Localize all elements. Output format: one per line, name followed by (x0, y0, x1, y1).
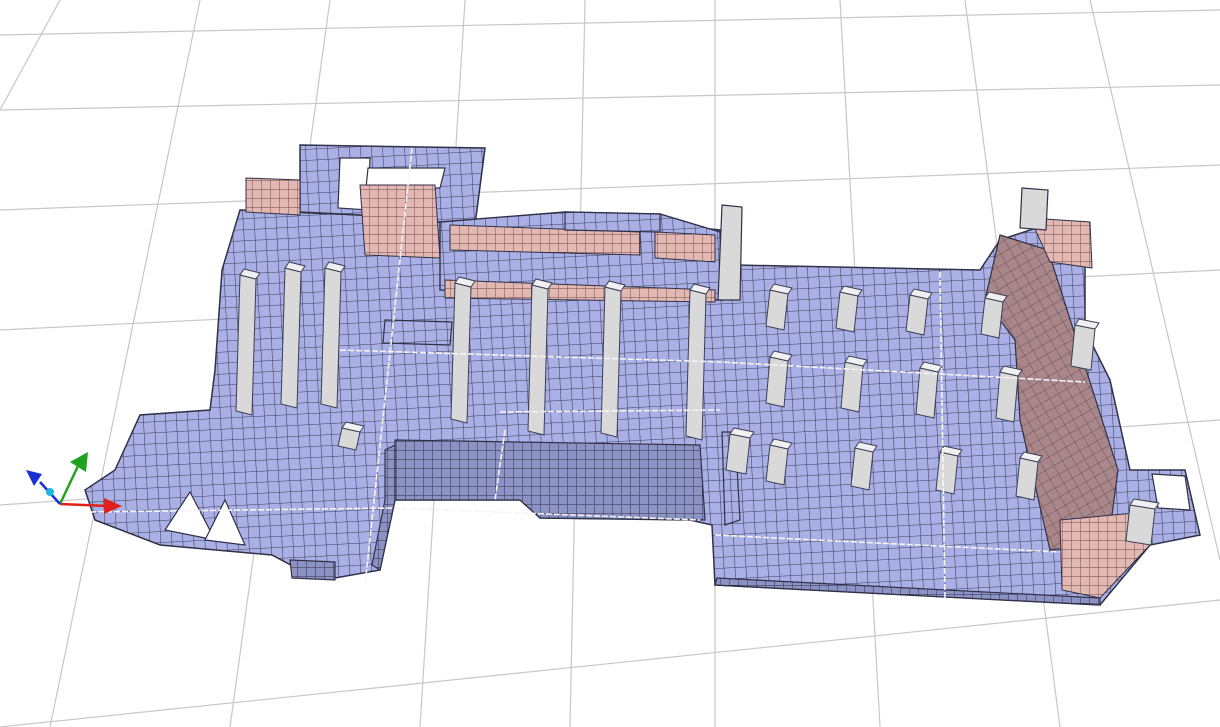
pink-wall-tower[interactable] (359, 184, 441, 259)
floor-grid-line (0, 9, 1220, 36)
floor-grid-line (0, 599, 1220, 727)
floor-grid-line (0, 0, 61, 111)
floor-grid-line (0, 84, 1220, 111)
tower-right-top[interactable] (1019, 187, 1049, 231)
3d-viewport[interactable] (0, 0, 1220, 727)
pink-wall-center-2[interactable] (654, 231, 716, 263)
pink-wall-tl[interactable] (245, 177, 301, 216)
column-tall-center[interactable] (717, 204, 743, 301)
block-mid-lower[interactable] (394, 439, 706, 521)
foot-bl[interactable] (289, 559, 336, 581)
block-top-mid[interactable] (564, 211, 661, 233)
